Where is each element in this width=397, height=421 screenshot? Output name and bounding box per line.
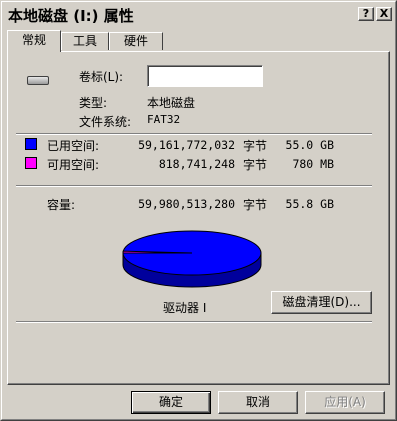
used-space-human: 55.0 GB [285, 138, 334, 152]
divider [16, 185, 372, 187]
window-title: 本地磁盘 (I:) 属性 [8, 7, 134, 25]
filesystem-value: FAT32 [147, 113, 181, 126]
volume-label: 卷标(L): [79, 70, 124, 84]
free-space-swatch [25, 157, 37, 169]
divider [16, 133, 372, 135]
divider [16, 321, 372, 323]
close-button[interactable]: X [376, 7, 392, 21]
volume-label-input[interactable] [147, 65, 263, 87]
tab-tools[interactable]: 工具 [61, 32, 109, 50]
capacity-unit: 字节 [243, 198, 268, 212]
title-bar[interactable]: 本地磁盘 (I:) 属性 ? X [4, 4, 393, 26]
free-space-label: 可用空间: [47, 158, 100, 172]
cancel-button[interactable]: 取消 [218, 391, 298, 414]
filesystem-label: 文件系统: [79, 115, 132, 129]
used-space-bytes: 59,161,772,032 [138, 138, 235, 152]
capacity-human: 55.8 GB [285, 197, 334, 211]
ok-button[interactable]: 确定 [131, 391, 211, 414]
tab-general[interactable]: 常规 [7, 30, 61, 52]
disk-cleanup-button[interactable]: 磁盘清理(D)... [271, 291, 372, 314]
type-value: 本地磁盘 [147, 96, 196, 110]
free-space-unit: 字节 [243, 158, 268, 172]
capacity-bytes: 59,980,513,280 [138, 197, 235, 211]
properties-window: 本地磁盘 (I:) 属性 ? X 常规 工具 硬件 卷标(L): 类型: 本地磁… [0, 0, 397, 421]
free-space-human: 780 MB [292, 157, 334, 171]
apply-button[interactable]: 应用(A) [305, 391, 385, 414]
used-space-unit: 字节 [243, 139, 268, 153]
drive-label: 驱动器 I [163, 301, 207, 315]
capacity-label: 容量: [47, 198, 76, 212]
general-tab-panel [7, 51, 390, 385]
help-button[interactable]: ? [358, 7, 374, 21]
disk-usage-pie-chart [122, 230, 262, 288]
type-label: 类型: [79, 96, 108, 110]
free-space-bytes: 818,741,248 [158, 157, 235, 171]
used-space-label: 已用空间: [47, 139, 100, 153]
used-space-swatch [25, 138, 37, 150]
tab-hardware[interactable]: 硬件 [109, 32, 163, 50]
hard-drive-icon [27, 76, 49, 85]
